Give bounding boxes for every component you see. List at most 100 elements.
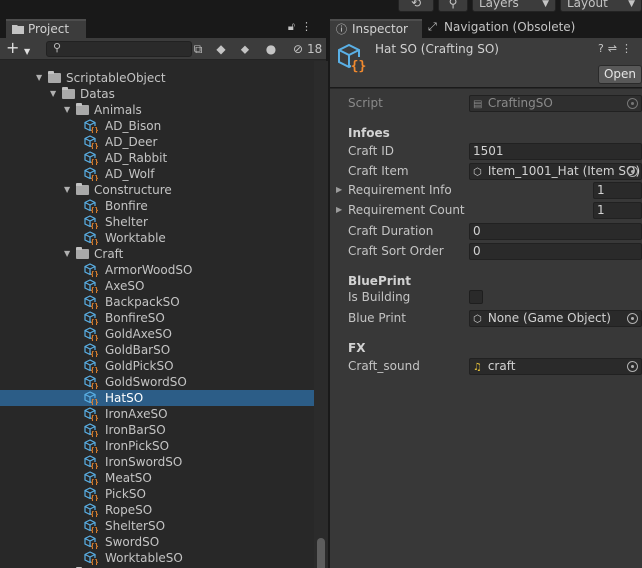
blue-print-field[interactable]: ⬡ None (Game Object) [469, 310, 642, 327]
layers-dropdown[interactable]: Layers ▼ [472, 0, 556, 12]
expand-arrow-icon[interactable]: ▼ [36, 70, 46, 86]
tree-item-asset[interactable]: {} Bonfire [0, 198, 314, 214]
requirement-info-size[interactable]: 1 [593, 182, 642, 199]
svg-text:{}: {} [90, 319, 98, 326]
folder-open-icon [48, 71, 61, 83]
tree-item-asset[interactable]: {} GoldBarSO [0, 342, 314, 358]
tree-item-folder[interactable]: ▼ Constructure [0, 182, 314, 198]
presets-icon[interactable]: ⇌ [608, 42, 621, 55]
object-picker-icon[interactable] [627, 166, 638, 177]
tree-item-asset[interactable]: {} Shelter [0, 214, 314, 230]
tree-item-folder[interactable]: ▼ Datas [0, 86, 314, 102]
is-building-checkbox[interactable] [469, 290, 483, 304]
craft-duration-label: Craft Duration [348, 224, 434, 238]
requirement-count-size[interactable]: 1 [593, 202, 642, 219]
expand-arrow-icon[interactable]: ▼ [50, 86, 60, 102]
tree-item-asset[interactable]: {} MeatSO [0, 470, 314, 486]
svg-text:{}: {} [90, 143, 98, 150]
create-button[interactable]: + ▼ [6, 40, 38, 58]
tree-item-asset[interactable]: {} HatSO [0, 390, 314, 406]
tab-project[interactable]: Project [6, 19, 86, 38]
tree-item-asset[interactable]: {} Worktable [0, 230, 314, 246]
expand-arrow-icon[interactable]: ▼ [64, 246, 74, 262]
svg-text:{}: {} [90, 287, 98, 294]
blue-print-label: Blue Print [348, 311, 406, 325]
foldout-arrow-icon[interactable]: ▶ [336, 181, 342, 199]
tree-item-folder[interactable]: ▼ ScriptableObject [0, 70, 314, 86]
object-picker-icon[interactable] [627, 313, 638, 324]
requirement-count-row[interactable]: ▶ Requirement Count 1 [330, 201, 642, 219]
tree-item-asset[interactable]: {} PickSO [0, 486, 314, 502]
svg-text:{}: {} [90, 351, 98, 358]
craft-item-field[interactable]: ⬡ Item_1001_Hat (Item SO) [469, 163, 642, 180]
tree-item-asset[interactable]: {} SwordSO [0, 534, 314, 550]
tree-item-asset[interactable]: {} AxeSO [0, 278, 314, 294]
section-infoes: Infoes [348, 126, 390, 140]
tree-item-asset[interactable]: {} GoldPickSO [0, 358, 314, 374]
tree-item-asset[interactable]: {} ArmorWoodSO [0, 262, 314, 278]
tree-item-asset[interactable]: {} IronSwordSO [0, 454, 314, 470]
top-toolbar: ⟲ ⚲ Layers ▼ Layout ▼ [0, 0, 642, 14]
tree-item-asset[interactable]: {} GoldSwordSO [0, 374, 314, 390]
craft-sound-field[interactable]: ♫ craft [469, 358, 642, 375]
craft-id-label: Craft ID [348, 144, 394, 158]
more-options-icon[interactable]: ⋮ [301, 20, 318, 33]
tree-item-folder[interactable]: ▼ Craft [0, 246, 314, 262]
open-button[interactable]: Open [598, 65, 642, 84]
global-search-button[interactable]: ⚲ [438, 0, 468, 12]
tab-navigation[interactable]: ⤢ Navigation (Obsolete) [426, 19, 575, 38]
filter-by-type-icon[interactable]: ◆ [212, 41, 230, 57]
search-input[interactable]: ⚲ [46, 41, 192, 57]
history-button[interactable]: ⟲ [398, 0, 434, 12]
more-options-icon[interactable]: ⋮ [621, 42, 636, 55]
svg-text:{}: {} [90, 271, 98, 278]
craft-sound-label: Craft_sound [348, 359, 420, 373]
tree-item-asset[interactable]: {} IronPickSO [0, 438, 314, 454]
help-icon[interactable]: ? [598, 42, 608, 55]
tree-item-asset[interactable]: {} IronAxeSO [0, 406, 314, 422]
script-label: Script [348, 96, 383, 110]
tree-item-asset[interactable]: {} ShelterSO [0, 518, 314, 534]
project-panel: Project 🔓︎⋮ + ▼ ⚲ ⧉ ◆ ⬥ ● ⊘ 18 ▼ Scriptabl… [0, 14, 328, 568]
tree-item-asset[interactable]: {} RopeSO [0, 502, 314, 518]
scriptable-object-icon: {} [84, 471, 98, 485]
tree-item-asset[interactable]: {} BackpackSO [0, 294, 314, 310]
expand-arrow-icon[interactable]: ▼ [64, 102, 74, 118]
filter-by-label-icon[interactable]: ⬥ [236, 41, 254, 57]
eye-hidden-icon[interactable]: ⊘ [290, 41, 306, 57]
tree-item-asset[interactable]: {} IronBarSO [0, 422, 314, 438]
tree-scrollbar[interactable] [314, 61, 328, 568]
is-building-label: Is Building [348, 290, 411, 304]
tree-item-folder[interactable]: ▼ Animals [0, 102, 314, 118]
svg-text:{}: {} [90, 175, 98, 182]
svg-text:{}: {} [90, 479, 98, 486]
svg-text:{}: {} [90, 383, 98, 390]
craft-sort-order-field[interactable]: 0 [469, 243, 642, 260]
tab-inspector[interactable]: ⓘ Inspector [330, 19, 422, 38]
layout-dropdown[interactable]: Layout ▼ [560, 0, 642, 12]
tree-item-asset[interactable]: {} GoldAxeSO [0, 326, 314, 342]
requirement-info-row[interactable]: ▶ Requirement Info 1 [330, 181, 642, 199]
tree-item-label: AD_Deer [105, 135, 158, 149]
game-object-icon: ⬡ [473, 314, 482, 325]
object-picker-icon[interactable] [627, 361, 638, 372]
tree-item-asset[interactable]: {} AD_Bison [0, 118, 314, 134]
folder-open-icon [76, 183, 89, 195]
craft-id-field[interactable]: 1501 [469, 143, 642, 160]
foldout-arrow-icon[interactable]: ▶ [336, 201, 342, 219]
tree-item-asset[interactable]: {} BonfireSO [0, 310, 314, 326]
scrollbar-thumb[interactable] [317, 538, 325, 568]
folder-open-icon [62, 87, 75, 99]
search-by-scene-icon[interactable]: ⧉ [189, 41, 207, 57]
tree-item-asset[interactable]: {} AD_Rabbit [0, 150, 314, 166]
expand-arrow-icon[interactable]: ▼ [64, 182, 74, 198]
craft-duration-field[interactable]: 0 [469, 223, 642, 240]
tree-item-asset[interactable]: {} AD_Wolf [0, 166, 314, 182]
scriptable-object-icon: {} [84, 135, 98, 149]
scriptable-object-icon: {} [84, 391, 98, 405]
lock-icon[interactable]: 🔓︎ [288, 20, 301, 33]
log-types-icon[interactable]: ● [262, 41, 280, 57]
tree-item-asset[interactable]: {} WorktableSO [0, 550, 314, 566]
tree-item-label: GoldAxeSO [105, 327, 172, 341]
tree-item-asset[interactable]: {} AD_Deer [0, 134, 314, 150]
